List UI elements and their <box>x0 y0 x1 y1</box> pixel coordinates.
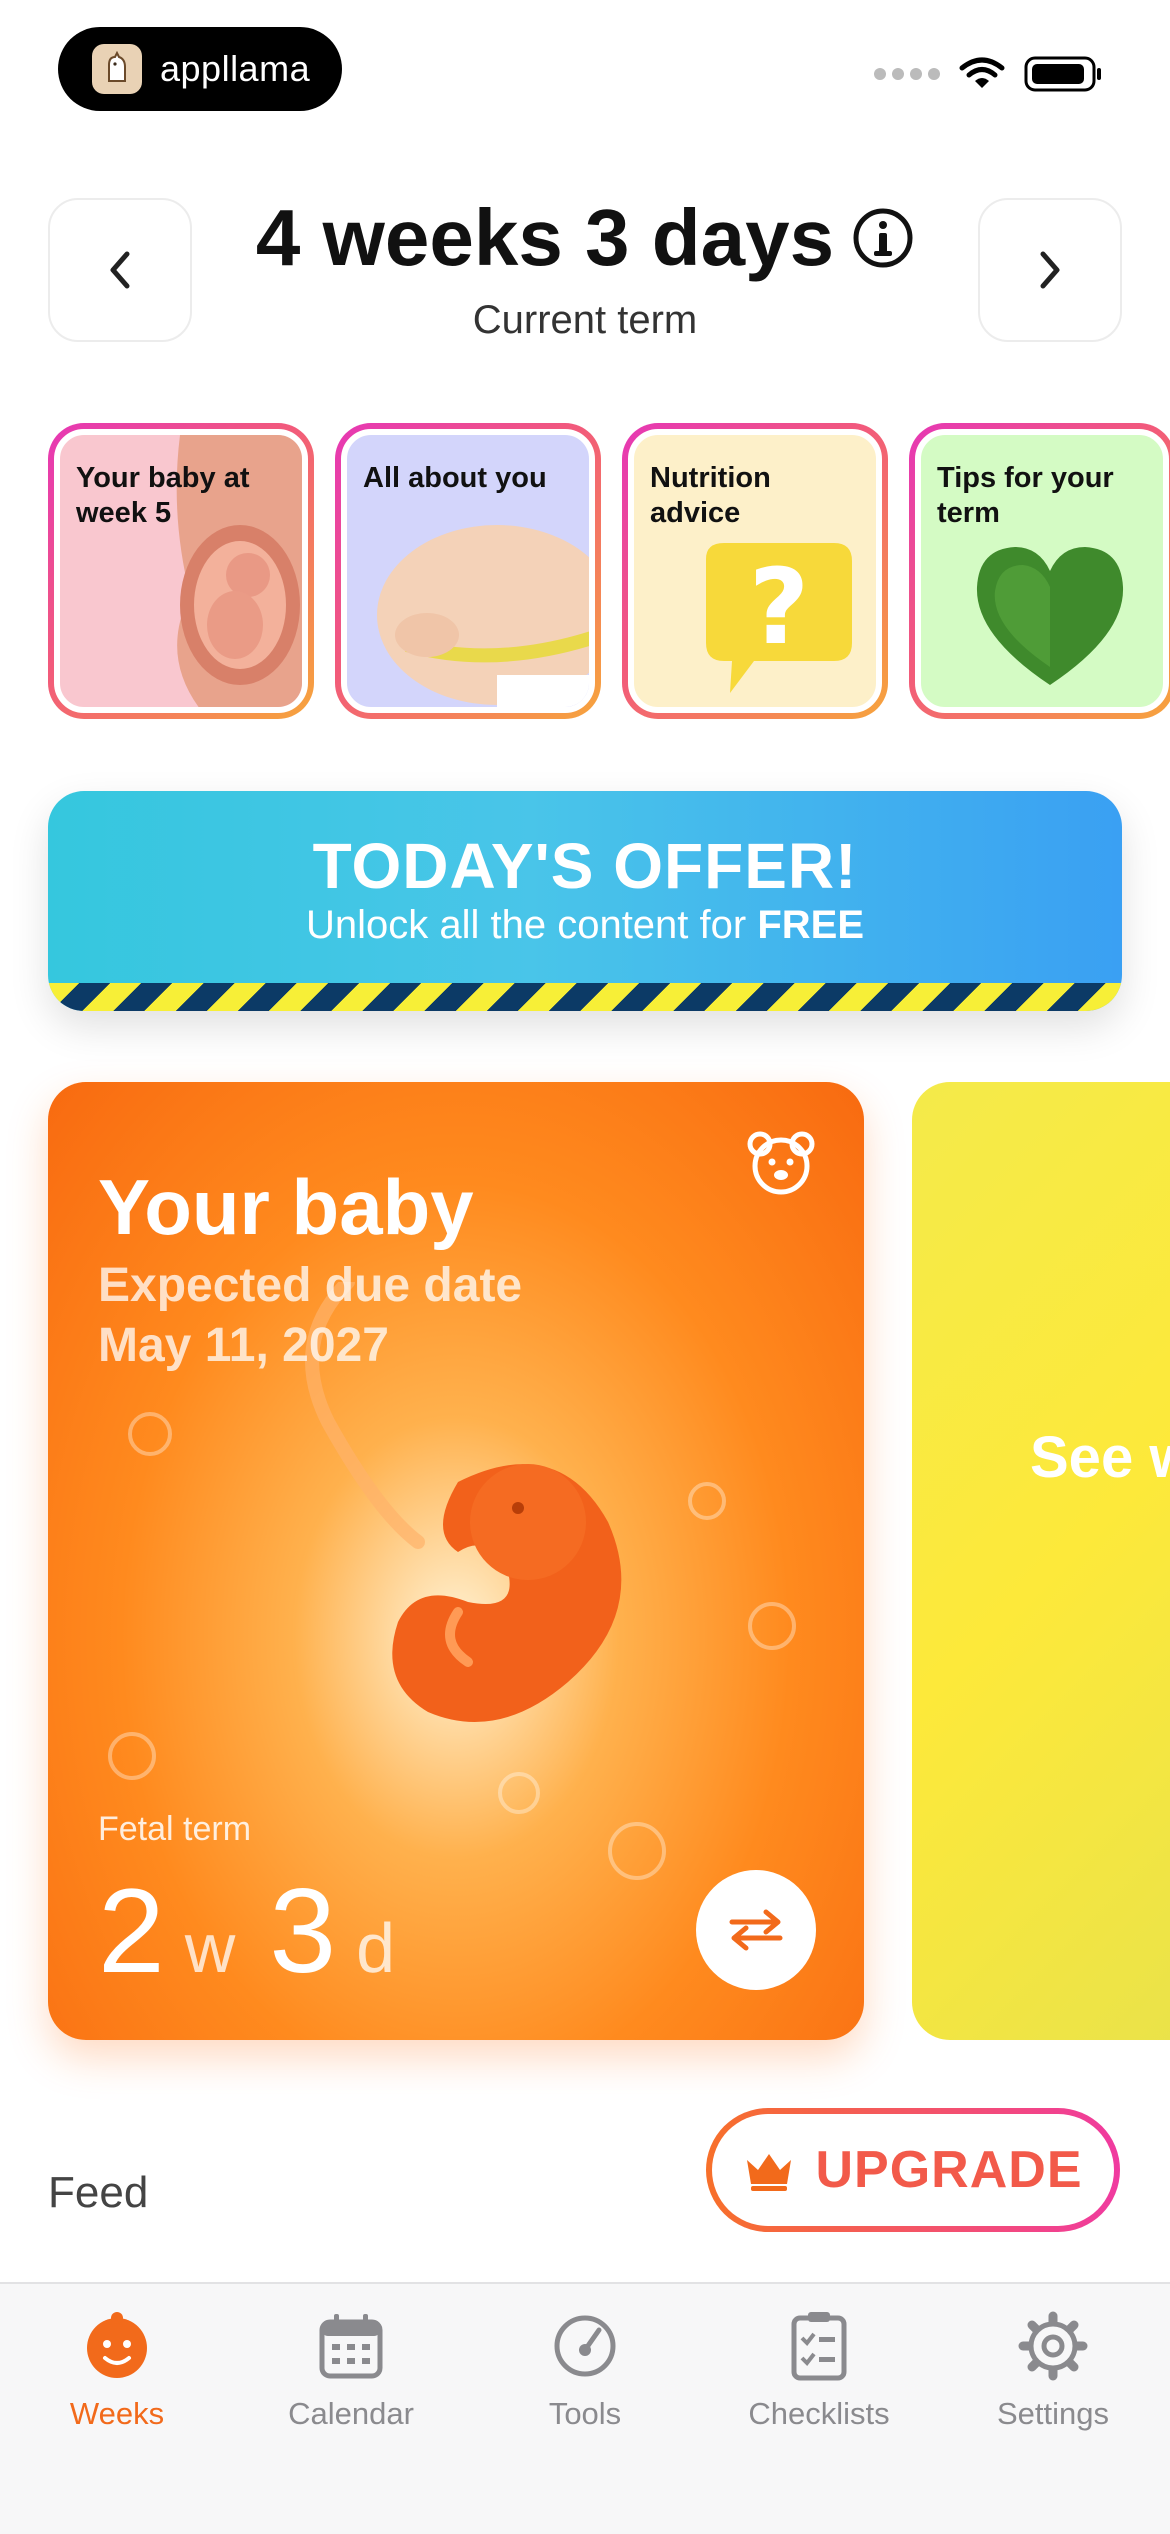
story-baby-week[interactable]: Your baby at week 5 <box>48 423 314 719</box>
llama-logo-icon <box>92 44 142 94</box>
tab-checklists[interactable]: Checklists <box>702 2284 936 2534</box>
crown-icon <box>747 2154 792 2191</box>
tab-calendar[interactable]: Calendar <box>234 2284 468 2534</box>
tab-label: Checklists <box>748 2396 890 2431</box>
upgrade-button[interactable]: UPGRADE <box>706 2108 1120 2232</box>
due-date-value: May 11, 2027 <box>98 1319 389 1372</box>
upgrade-label: UPGRADE <box>815 2141 1083 2199</box>
page-title: 4 weeks 3 days <box>256 192 914 284</box>
header: 4 weeks 3 days Current term <box>160 192 1010 343</box>
story-about-you[interactable]: All about you <box>335 423 601 719</box>
signal-dots-icon <box>874 68 940 80</box>
due-date-label: Expected due date <box>98 1259 523 1312</box>
feed-heading: Feed <box>48 2168 149 2217</box>
belly-measure-image <box>377 525 589 707</box>
baby-face-icon <box>87 2312 147 2378</box>
bear-icon[interactable] <box>746 1130 816 1201</box>
hazard-stripe <box>48 983 1122 1011</box>
status-icons <box>874 55 1104 93</box>
question-bubble-image: ? <box>706 543 852 693</box>
chevron-left-icon <box>110 251 130 289</box>
chevron-right-icon <box>1040 251 1060 289</box>
your-baby-card[interactable]: Your baby Expected due date May 11, 2027… <box>48 1082 864 2040</box>
tab-weeks[interactable]: Weeks <box>0 2284 234 2534</box>
fetal-weeks: 2 <box>98 1864 165 1998</box>
info-icon[interactable] <box>852 207 914 269</box>
next-card-label: See w <box>1030 1425 1170 1490</box>
tab-settings[interactable]: Settings <box>936 2284 1170 2534</box>
offer-subtitle: Unlock all the content for FREE <box>305 903 865 947</box>
app-name: appllama <box>160 48 311 89</box>
story-label: Your baby at week 5 <box>76 462 250 529</box>
fetal-term-value: 2 w 3 d <box>98 1862 429 2000</box>
baby-card-title: Your baby <box>98 1163 474 1251</box>
story-label: All about you <box>363 462 547 494</box>
page-subtitle: Current term <box>472 298 698 342</box>
swap-term-button[interactable] <box>696 1870 816 1990</box>
story-label: Tips for your term <box>937 462 1114 529</box>
grass-heart-image <box>976 547 1124 685</box>
days-unit: d <box>356 1909 395 1987</box>
tab-tools[interactable]: Tools <box>468 2284 702 2534</box>
svg-text:?: ? <box>749 546 809 668</box>
tab-label: Tools <box>548 2396 622 2431</box>
tab-bar: Weeks Calendar Tools Checklists Settings <box>0 2282 1170 2534</box>
calendar-icon <box>319 2314 383 2379</box>
battery-icon <box>1024 56 1101 92</box>
next-week-button[interactable] <box>978 198 1122 342</box>
tab-label: Settings <box>996 2396 1109 2431</box>
next-feature-card[interactable]: See w <box>912 1082 1170 2040</box>
gear-icon <box>1018 2311 1088 2381</box>
weeks-unit: w <box>184 1909 236 1987</box>
wifi-icon <box>959 57 1005 88</box>
gauge-icon <box>554 2315 616 2377</box>
story-label: Nutrition advice <box>650 462 771 529</box>
checklist-icon <box>791 2312 847 2381</box>
story-nutrition[interactable]: ? Nutrition advice <box>622 423 888 719</box>
tab-label: Calendar <box>288 2396 414 2431</box>
offer-title: TODAY'S OFFER! <box>312 830 858 902</box>
fetal-term-label: Fetal term <box>98 1810 252 1848</box>
app-badge[interactable]: appllama <box>58 27 342 111</box>
story-tips[interactable]: Tips for your term <box>909 423 1170 719</box>
swap-arrows-icon <box>729 1909 783 1951</box>
fetal-days: 3 <box>269 1864 337 1998</box>
tab-label: Weeks <box>69 2396 165 2431</box>
todays-offer-banner[interactable]: TODAY'S OFFER! Unlock all the content fo… <box>48 791 1122 1011</box>
